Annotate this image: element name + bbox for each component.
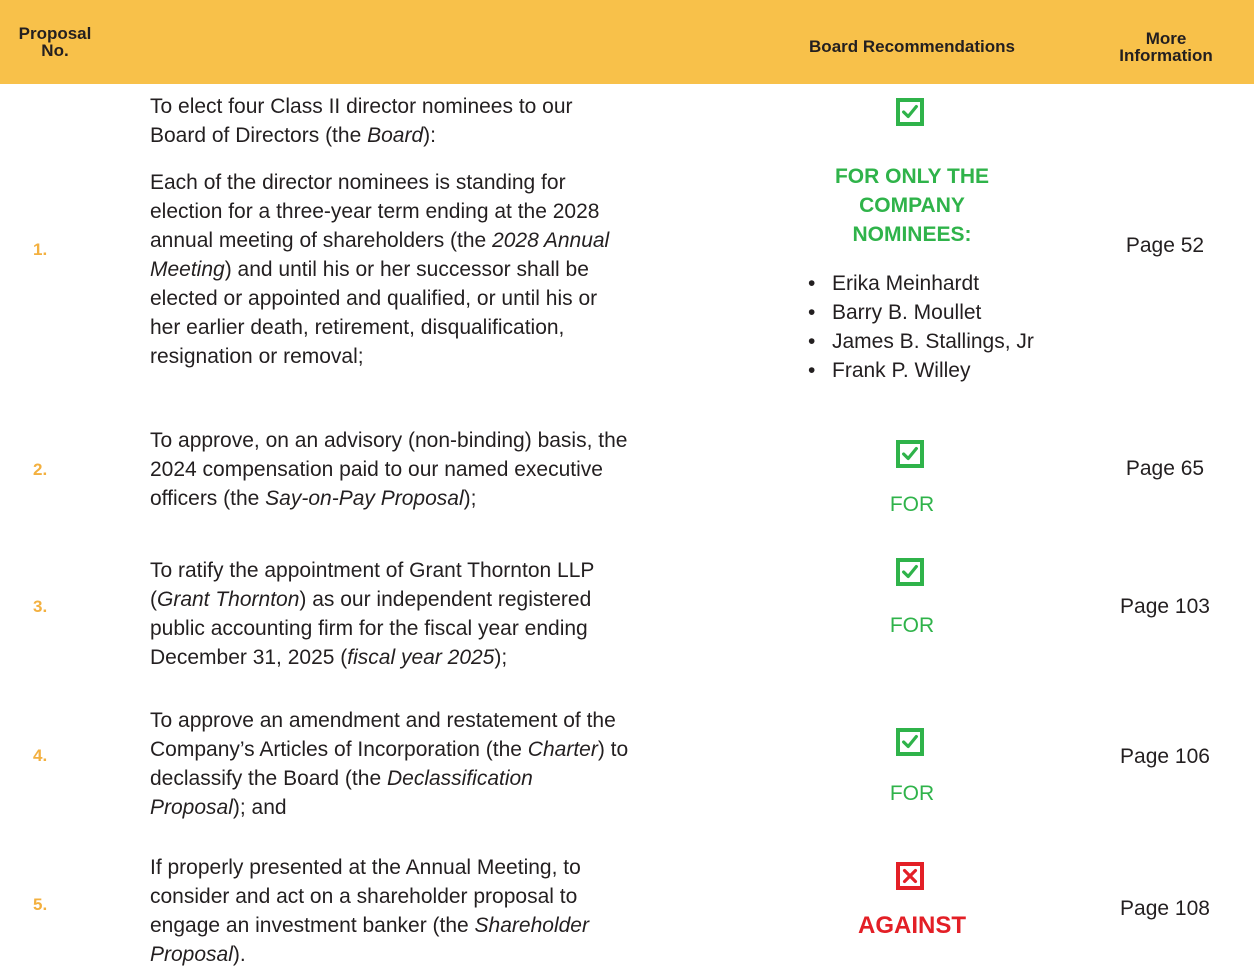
check-icon [896, 440, 924, 468]
list-item: James B. Stallings, Jr [808, 327, 1034, 356]
page-reference: Page 52 [1125, 234, 1205, 257]
recommendation-label: FOR [889, 493, 935, 516]
page-reference: Page 108 [1120, 897, 1210, 920]
proposal-number: 3. [33, 597, 48, 616]
proposal-description: If properly presented at the Annual Meet… [150, 856, 589, 966]
proposal-number: 5. [33, 895, 48, 914]
recommendation-label: FOR [889, 782, 935, 805]
proposal-number: 1. [33, 240, 48, 259]
page-reference: Page 106 [1120, 745, 1210, 768]
header-more-information: More Information [1119, 29, 1213, 65]
page-reference: Page 103 [1120, 595, 1210, 618]
proposal-description: To elect four Class II director nominees… [150, 95, 610, 368]
recommendation-label: FOR [889, 614, 935, 637]
proposal-description: To approve an amendment and restatement … [150, 709, 629, 819]
check-icon [896, 98, 924, 126]
header-board-recommendations: Board Recommendations [809, 37, 1015, 56]
x-icon [896, 862, 924, 890]
check-icon [896, 728, 924, 756]
nominee-list: Erika Meinhardt Barry B. Moullet James B… [808, 269, 1034, 385]
page-reference: Page 65 [1125, 457, 1205, 480]
list-item: Erika Meinhardt [808, 269, 1034, 298]
proposal-description: To ratify the appointment of Grant Thorn… [150, 559, 595, 669]
proposal-number: 2. [33, 460, 48, 479]
table-header: Proposal No. Board Recommendations More In… [0, 0, 1254, 84]
list-item: Frank P. Willey [808, 356, 1034, 385]
list-item: Barry B. Moullet [808, 298, 1034, 327]
proposal-description: To approve, on an advisory (non-binding)… [150, 429, 628, 510]
recommendation-label: FOR ONLY THE COMPANY NOMINEES: [834, 165, 990, 246]
proposal-number: 4. [33, 746, 48, 765]
header-proposal-no: Proposal No. [18, 24, 92, 60]
check-icon [896, 558, 924, 586]
recommendation-label: AGAINST [858, 912, 966, 939]
